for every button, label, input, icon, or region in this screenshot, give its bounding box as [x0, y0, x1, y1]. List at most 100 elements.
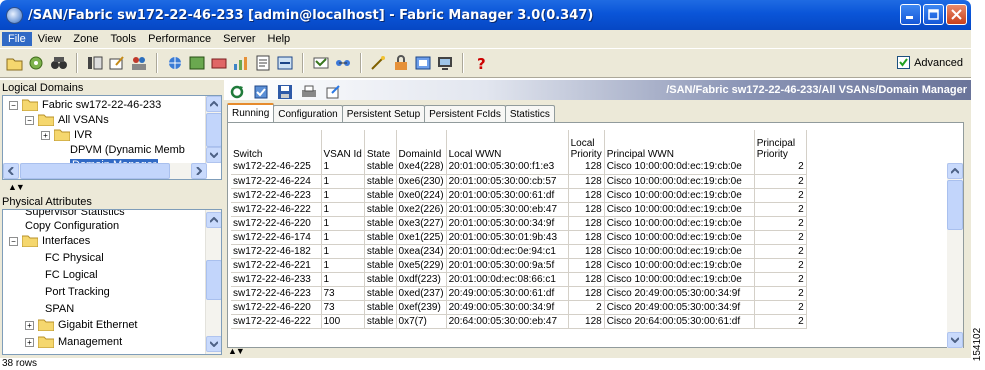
- cell-principal-wwn[interactable]: Cisco 10:00:00:0d:ec:19:cb:0e: [604, 174, 755, 189]
- cell-vsan-id[interactable]: 1: [321, 188, 365, 203]
- monitor-button[interactable]: [435, 53, 455, 73]
- tree-item-gigabit-ethernet[interactable]: + Gigabit Ethernet: [25, 318, 138, 332]
- cell-local-wwn[interactable]: 20:64:00:05:30:00:eb:47: [446, 314, 569, 329]
- cell-vsan-id[interactable]: 73: [321, 286, 365, 301]
- cell-principal-priority[interactable]: 2: [754, 286, 807, 301]
- save-button[interactable]: [275, 82, 295, 102]
- column-header-vsan-id[interactable]: VSAN Id: [321, 130, 365, 160]
- cell-domain-id[interactable]: 0xe0(224): [396, 188, 447, 203]
- scroll-down-button[interactable]: [206, 147, 221, 163]
- wizard-button[interactable]: [369, 53, 389, 73]
- column-header-state[interactable]: State: [364, 130, 397, 160]
- cell-principal-wwn[interactable]: Cisco 10:00:00:0d:ec:19:cb:0e: [604, 258, 755, 273]
- cell-local-priority[interactable]: 128: [568, 286, 605, 301]
- cell-switch[interactable]: sw172-22-46-174: [231, 230, 322, 245]
- fabric-config-button[interactable]: [413, 53, 433, 73]
- chart-button[interactable]: [231, 53, 251, 73]
- cell-principal-wwn[interactable]: Cisco 20:49:00:05:30:00:34:9f: [604, 286, 755, 301]
- scroll-up-button[interactable]: [206, 212, 221, 228]
- cell-state[interactable]: stable: [364, 244, 397, 259]
- menu-zone[interactable]: Zone: [67, 32, 104, 46]
- table-row[interactable]: sw172-22-46-182 1 stable 0xea(234) 20:01:00:…: [231, 244, 807, 259]
- cell-principal-wwn[interactable]: Cisco 20:64:00:05:30:00:61:df: [604, 314, 755, 329]
- network-button[interactable]: [165, 53, 185, 73]
- cell-principal-priority[interactable]: 2: [754, 202, 807, 217]
- table-row[interactable]: sw172-22-46-222 100 stable 0x7(7) 20:64:00:0…: [231, 314, 807, 329]
- zone-button[interactable]: [187, 53, 207, 73]
- cell-vsan-id[interactable]: 1: [321, 244, 365, 259]
- vsan-button[interactable]: [209, 53, 229, 73]
- scroll-thumb[interactable]: [206, 113, 221, 147]
- cell-local-priority[interactable]: 128: [568, 216, 605, 231]
- cell-state[interactable]: stable: [364, 188, 397, 203]
- maximize-button[interactable]: [923, 4, 944, 25]
- cell-principal-wwn[interactable]: Cisco 10:00:00:0d:ec:19:cb:0e: [604, 160, 755, 175]
- logical-hscroll[interactable]: [3, 163, 207, 179]
- tab-running[interactable]: Running: [227, 103, 275, 122]
- column-header-switch[interactable]: Switch: [231, 130, 322, 160]
- cell-principal-priority[interactable]: 2: [754, 188, 807, 203]
- cell-local-priority[interactable]: 128: [568, 272, 605, 287]
- table-vscroll[interactable]: [947, 163, 963, 348]
- cell-principal-wwn[interactable]: Cisco 10:00:00:0d:ec:19:cb:0e: [604, 230, 755, 245]
- export-button[interactable]: [323, 82, 343, 102]
- scroll-down-button[interactable]: [206, 336, 221, 352]
- apply-button[interactable]: [251, 82, 271, 102]
- scroll-up-button[interactable]: [947, 163, 963, 179]
- close-button[interactable]: [946, 4, 967, 25]
- print-button[interactable]: [299, 82, 319, 102]
- report-button[interactable]: [253, 53, 273, 73]
- cell-domain-id[interactable]: 0xea(234): [396, 244, 447, 259]
- cell-domain-id[interactable]: 0xed(237): [396, 286, 447, 301]
- table-row[interactable]: sw172-22-46-223 73 stable 0xed(237) 20:49:00…: [231, 286, 807, 301]
- scroll-thumb[interactable]: [947, 180, 963, 230]
- tree-item-ivr[interactable]: + IVR: [41, 128, 92, 142]
- cell-vsan-id[interactable]: 1: [321, 272, 365, 287]
- tab-persistent-setup[interactable]: Persistent Setup: [341, 105, 426, 122]
- tab-statistics[interactable]: Statistics: [504, 105, 555, 122]
- cell-vsan-id[interactable]: 1: [321, 174, 365, 189]
- cell-principal-wwn[interactable]: Cisco 10:00:00:0d:ec:19:cb:0e: [604, 188, 755, 203]
- cell-principal-priority[interactable]: 2: [754, 300, 807, 315]
- cell-local-wwn[interactable]: 20:01:00:05:30:01:9b:43: [446, 230, 569, 245]
- cell-local-priority[interactable]: 128: [568, 258, 605, 273]
- cell-principal-priority[interactable]: 2: [754, 272, 807, 287]
- tree-item-fc-logical[interactable]: FC Logical: [45, 268, 98, 282]
- cell-principal-priority[interactable]: 2: [754, 244, 807, 259]
- cell-local-priority[interactable]: 2: [568, 300, 605, 315]
- cell-local-priority[interactable]: 128: [568, 202, 605, 217]
- table-row[interactable]: sw172-22-46-224 1 stable 0xe6(230) 20:01:00:…: [231, 174, 807, 189]
- cell-switch[interactable]: sw172-22-46-220: [231, 216, 322, 231]
- cell-principal-wwn[interactable]: Cisco 10:00:00:0d:ec:19:cb:0e: [604, 216, 755, 231]
- cell-local-wwn[interactable]: 20:01:00:0d:ec:08:66:c1: [446, 272, 569, 287]
- minimize-button[interactable]: [900, 4, 921, 25]
- cell-principal-priority[interactable]: 2: [754, 160, 807, 175]
- cell-principal-priority[interactable]: 2: [754, 174, 807, 189]
- cell-switch[interactable]: sw172-22-46-222: [231, 202, 322, 217]
- table-row[interactable]: sw172-22-46-233 1 stable 0xdf(223) 20:01:00:…: [231, 272, 807, 287]
- cell-switch[interactable]: sw172-22-46-224: [231, 174, 322, 189]
- column-header-domain-id[interactable]: DomainId: [396, 130, 447, 160]
- cell-vsan-id[interactable]: 1: [321, 216, 365, 231]
- cell-domain-id[interactable]: 0x7(7): [396, 314, 447, 329]
- cell-local-priority[interactable]: 128: [568, 230, 605, 245]
- cell-local-wwn[interactable]: 20:01:00:05:30:00:f1:e3: [446, 160, 569, 175]
- cell-switch[interactable]: sw172-22-46-182: [231, 244, 322, 259]
- cell-local-wwn[interactable]: 20:49:00:05:30:00:34:9f: [446, 300, 569, 315]
- edit-button[interactable]: [107, 53, 127, 73]
- cell-principal-wwn[interactable]: Cisco 20:49:00:05:30:00:34:9f: [604, 300, 755, 315]
- cell-vsan-id[interactable]: 1: [321, 258, 365, 273]
- table-row[interactable]: sw172-22-46-220 73 stable 0xef(239) 20:49:00…: [231, 300, 807, 315]
- expand-icon[interactable]: +: [25, 320, 34, 330]
- cell-local-wwn[interactable]: 20:01:00:05:30:00:61:df: [446, 188, 569, 203]
- cell-switch[interactable]: sw172-22-46-223: [231, 286, 322, 301]
- cell-domain-id[interactable]: 0xe3(227): [396, 216, 447, 231]
- cell-local-wwn[interactable]: 20:49:00:05:30:00:61:df: [446, 286, 569, 301]
- cell-local-priority[interactable]: 128: [568, 314, 605, 329]
- table-row[interactable]: sw172-22-46-225 1 stable 0xe4(228) 20:01:00:…: [231, 160, 807, 175]
- table-row[interactable]: sw172-22-46-220 1 stable 0xe3(227) 20:01:00:…: [231, 216, 807, 231]
- cell-state[interactable]: stable: [364, 286, 397, 301]
- cell-state[interactable]: stable: [364, 314, 397, 329]
- discover-button[interactable]: [27, 53, 47, 73]
- cell-principal-priority[interactable]: 2: [754, 314, 807, 329]
